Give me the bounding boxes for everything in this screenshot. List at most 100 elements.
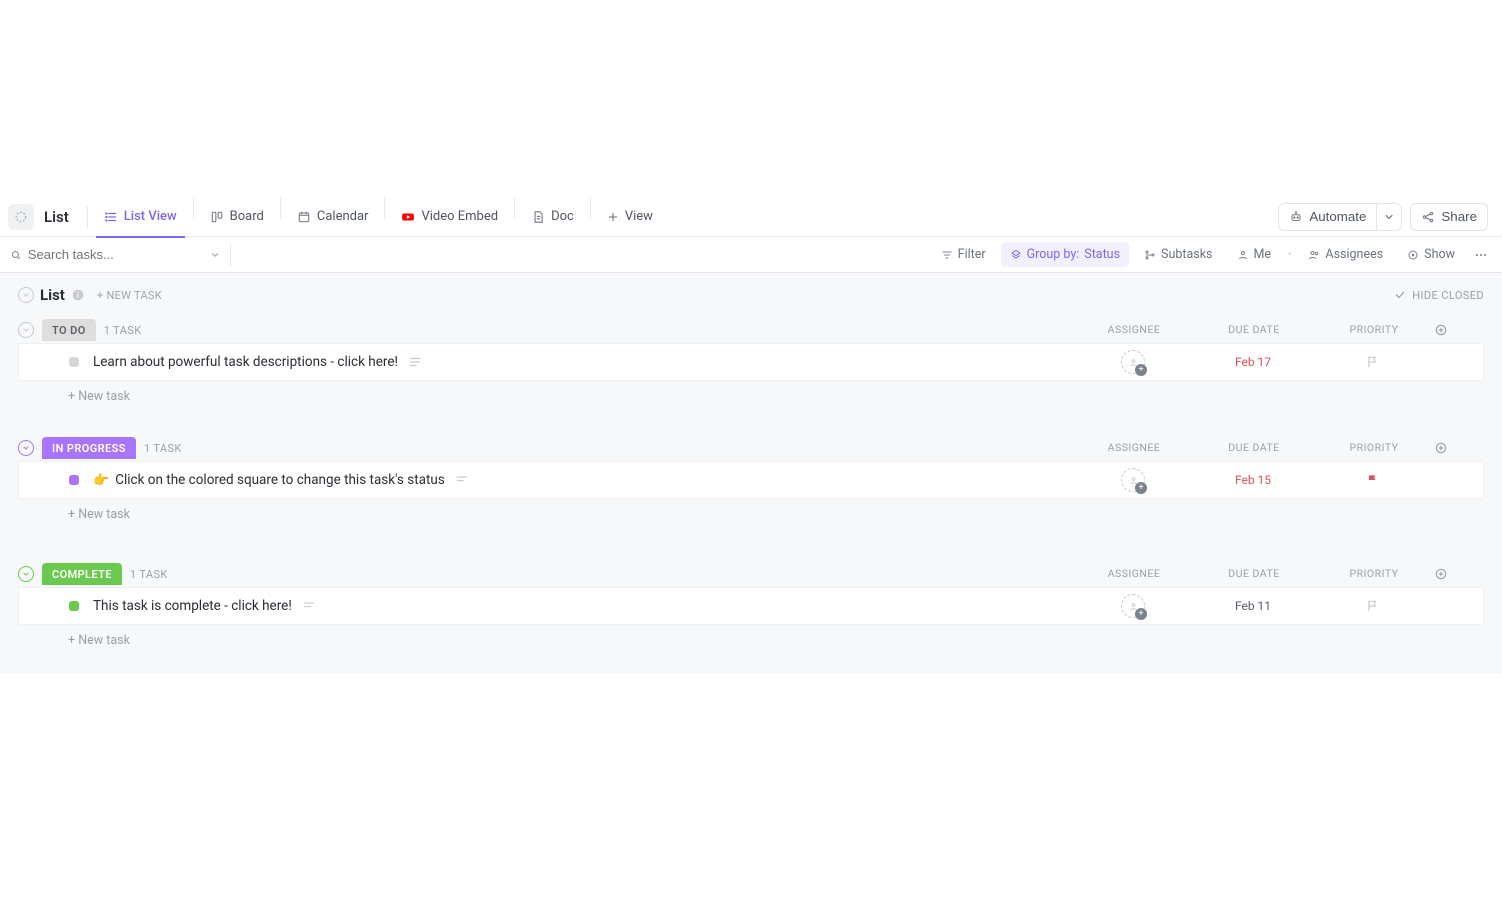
new-task-row[interactable]: + New task xyxy=(18,625,1484,655)
list-title: List xyxy=(40,286,65,304)
flag-icon xyxy=(1366,473,1380,487)
chevron-down-icon[interactable] xyxy=(210,249,220,261)
assignee-cell[interactable] xyxy=(1073,594,1193,618)
priority-cell[interactable] xyxy=(1313,473,1433,487)
view-header: List List View Board Calendar Video Embe… xyxy=(0,197,1502,237)
task-title: Click on the colored square to change th… xyxy=(115,472,445,488)
assign-person-icon xyxy=(1121,594,1145,618)
group-inprogress: IN PROGRESS 1 TASK ASSIGNEE DUE DATE PRI… xyxy=(0,435,1502,535)
assignees-button[interactable]: Assignees xyxy=(1299,242,1392,267)
tab-add-view[interactable]: View xyxy=(595,197,665,237)
task-row[interactable]: Learn about powerful task descriptions -… xyxy=(18,343,1484,381)
priority-cell[interactable] xyxy=(1313,355,1433,369)
flag-icon xyxy=(1366,599,1380,613)
board-icon xyxy=(210,210,224,224)
task-row[interactable]: This task is complete - click here! Feb … xyxy=(18,587,1484,625)
collapse-group-icon[interactable] xyxy=(18,440,34,456)
group-complete: COMPLETE 1 TASK ASSIGNEE DUE DATE PRIORI… xyxy=(0,561,1502,661)
col-assignee: ASSIGNEE xyxy=(1074,567,1194,581)
subtasks-button[interactable]: Subtasks xyxy=(1135,242,1221,267)
tab-label: Board xyxy=(230,209,264,224)
list-icon xyxy=(104,210,118,224)
show-button[interactable]: Show xyxy=(1398,242,1464,267)
group-icon xyxy=(1010,249,1022,261)
search-wrap xyxy=(10,247,220,262)
tab-video-embed[interactable]: Video Embed xyxy=(389,197,510,237)
tab-label: View xyxy=(625,209,653,224)
task-emoji: 👉 xyxy=(93,473,109,488)
priority-cell[interactable] xyxy=(1313,599,1433,613)
automate-button[interactable]: Automate xyxy=(1278,203,1377,231)
assignee-cell[interactable] xyxy=(1073,468,1193,492)
status-square[interactable] xyxy=(69,357,79,367)
status-square[interactable] xyxy=(69,475,79,485)
add-column-button[interactable] xyxy=(1434,441,1484,455)
description-icon[interactable] xyxy=(302,599,316,613)
more-button[interactable] xyxy=(1470,243,1492,267)
group-by-value: Status xyxy=(1084,247,1120,262)
status-pill-inprogress[interactable]: IN PROGRESS xyxy=(42,437,136,459)
filter-label: Filter xyxy=(958,247,986,262)
youtube-icon xyxy=(401,210,415,224)
col-priority: PRIORITY xyxy=(1314,441,1434,455)
me-button[interactable]: Me xyxy=(1228,242,1281,267)
add-column-button[interactable] xyxy=(1434,323,1484,337)
tab-calendar[interactable]: Calendar xyxy=(285,197,381,237)
collapse-group-icon[interactable] xyxy=(18,566,34,582)
flag-icon xyxy=(1366,355,1380,369)
tab-doc[interactable]: Doc xyxy=(519,197,586,237)
show-icon xyxy=(1407,249,1419,261)
tab-label: Calendar xyxy=(317,209,369,224)
assign-person-icon xyxy=(1121,468,1145,492)
plus-icon xyxy=(607,211,619,223)
collapse-list-icon[interactable] xyxy=(18,287,34,303)
share-button[interactable]: Share xyxy=(1410,203,1488,231)
divider xyxy=(590,197,591,219)
status-square[interactable] xyxy=(69,601,79,611)
task-title: This task is complete - click here! xyxy=(93,598,292,614)
status-pill-todo[interactable]: TO DO xyxy=(42,319,96,341)
search-input[interactable] xyxy=(28,247,204,262)
tab-label: Doc xyxy=(551,209,574,224)
list-header: List + NEW TASK HIDE CLOSED xyxy=(0,273,1502,317)
robot-icon xyxy=(1289,210,1303,224)
people-icon xyxy=(1308,249,1320,261)
col-priority: PRIORITY xyxy=(1314,567,1434,581)
task-row[interactable]: 👉 Click on the colored square to change … xyxy=(18,461,1484,499)
new-task-row[interactable]: + New task xyxy=(18,499,1484,529)
info-icon[interactable] xyxy=(71,288,85,302)
collapse-group-icon[interactable] xyxy=(18,322,34,338)
search-icon xyxy=(10,248,22,262)
automate-label: Automate xyxy=(1309,209,1366,224)
list-toolbar: Filter Group by: Status Subtasks Me • As… xyxy=(0,237,1502,273)
filter-icon xyxy=(941,249,953,261)
more-icon xyxy=(1474,248,1488,262)
tab-list-view[interactable]: List View xyxy=(92,197,189,237)
due-date-cell[interactable]: Feb 17 xyxy=(1193,355,1313,369)
col-assignee: ASSIGNEE xyxy=(1074,441,1194,455)
group-count: 1 TASK xyxy=(144,442,182,455)
breadcrumb-list-icon[interactable] xyxy=(8,204,34,230)
assignee-cell[interactable] xyxy=(1073,350,1193,374)
calendar-icon xyxy=(297,210,311,224)
filter-button[interactable]: Filter xyxy=(932,242,995,267)
group-count: 1 TASK xyxy=(130,568,168,581)
hide-closed-button[interactable]: HIDE CLOSED xyxy=(1394,289,1484,302)
due-date-cell[interactable]: Feb 11 xyxy=(1193,599,1313,613)
description-icon[interactable] xyxy=(408,355,422,369)
tab-board[interactable]: Board xyxy=(198,197,276,237)
col-due-date: DUE DATE xyxy=(1194,441,1314,455)
group-by-button[interactable]: Group by: Status xyxy=(1001,242,1129,267)
separator-dot: • xyxy=(1288,249,1291,260)
status-pill-complete[interactable]: COMPLETE xyxy=(42,563,122,585)
page-title: List xyxy=(44,208,69,226)
automate-dropdown[interactable] xyxy=(1377,203,1402,231)
add-column-button[interactable] xyxy=(1434,567,1484,581)
description-icon[interactable] xyxy=(455,473,469,487)
due-date-cell[interactable]: Feb 15 xyxy=(1193,473,1313,487)
automate-split-button: Automate xyxy=(1278,203,1402,231)
tab-label: List View xyxy=(124,209,177,224)
new-task-row[interactable]: + New task xyxy=(18,381,1484,411)
divider xyxy=(230,244,231,266)
new-task-header-button[interactable]: + NEW TASK xyxy=(97,289,162,302)
